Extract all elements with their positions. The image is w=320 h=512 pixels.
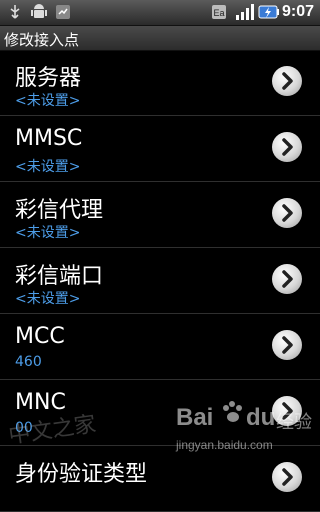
watermark-site: jingyan.baidu.com xyxy=(176,438,273,452)
chevron-right-icon[interactable] xyxy=(272,462,302,492)
battery-charging-icon xyxy=(258,3,279,21)
watermark-brand: Bai xyxy=(176,404,214,431)
chevron-right-icon[interactable] xyxy=(272,198,302,228)
list-item-mms-proxy[interactable]: 彩信代理 <未设置> xyxy=(0,182,320,248)
data-transfer-icon: Ea xyxy=(210,3,228,21)
list-item-mmsc[interactable]: MMSC <未设置> xyxy=(0,116,320,182)
status-right-icons: Ea 9:07 xyxy=(210,2,314,22)
status-bar: Ea 9:07 xyxy=(0,0,320,26)
list-item-label: MCC xyxy=(15,324,65,349)
svg-text:Ea: Ea xyxy=(213,8,224,18)
list-item-label: 彩信代理 xyxy=(15,198,104,223)
signal-icon xyxy=(234,3,254,21)
chevron-right-icon[interactable] xyxy=(272,66,302,96)
status-time: 9:07 xyxy=(281,3,314,20)
list-item-value: <未设置> xyxy=(15,93,81,109)
list-item-value: <未设置> xyxy=(15,159,81,175)
list-item-value: <未设置> xyxy=(15,291,81,307)
watermark-brand-cn: 经验 xyxy=(276,412,312,433)
usb-icon xyxy=(6,3,24,21)
page-title: 修改接入点 xyxy=(4,31,80,49)
paw-icon xyxy=(220,400,246,426)
list-item-value: <未设置> xyxy=(15,225,81,241)
chevron-right-icon[interactable] xyxy=(272,132,302,162)
list-item-value: 460 xyxy=(15,354,42,370)
title-bar: 修改接入点 xyxy=(0,26,320,51)
list-item-label: 服务器 xyxy=(15,66,82,91)
list-item-label: 身份验证类型 xyxy=(15,462,148,487)
list-item-server[interactable]: 服务器 <未设置> xyxy=(0,50,320,116)
chevron-right-icon[interactable] xyxy=(272,330,302,360)
watermark-brand-suffix: du xyxy=(246,404,276,431)
missed-call-icon xyxy=(54,3,72,21)
android-debug-icon xyxy=(30,3,48,21)
list-item-label: 彩信端口 xyxy=(15,264,104,289)
chevron-right-icon[interactable] xyxy=(272,264,302,294)
status-left-icons xyxy=(6,3,72,21)
list-item-label: MMSC xyxy=(15,126,83,151)
list-item-mms-port[interactable]: 彩信端口 <未设置> xyxy=(0,248,320,314)
baidu-jingyan-watermark: Bai du 经验 jingyan.baidu.com xyxy=(168,398,313,460)
list-item-mcc[interactable]: MCC 460 xyxy=(0,314,320,380)
